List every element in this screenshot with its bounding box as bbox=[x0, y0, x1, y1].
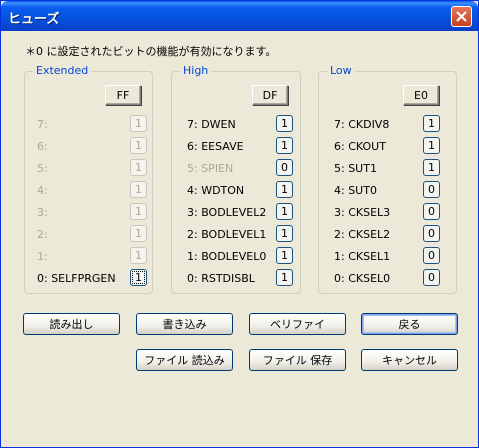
high-bit-1: 1: BODLEVEL0 1 bbox=[187, 247, 299, 269]
file-load-button[interactable]: ファイル 読込み bbox=[136, 349, 233, 371]
cancel-button[interactable]: キャンセル bbox=[361, 349, 458, 371]
low-hex-value[interactable]: E0 bbox=[403, 85, 439, 105]
bit-toggle[interactable]: 0 bbox=[423, 181, 440, 198]
bit-toggle[interactable]: 1 bbox=[276, 269, 293, 286]
high-bit-0: 0: RSTDISBL 1 bbox=[187, 269, 299, 291]
bit-toggle: 0 bbox=[276, 159, 293, 176]
low-bit-2: 2: CKSEL2 0 bbox=[334, 225, 452, 247]
bit-toggle[interactable]: 0 bbox=[423, 247, 440, 264]
bit-toggle: 1 bbox=[130, 137, 147, 154]
extended-bit-2: 2: 1 bbox=[37, 225, 149, 247]
bit-label: 4: WDTON bbox=[187, 184, 245, 197]
file-save-button[interactable]: ファイル 保存 bbox=[249, 349, 346, 371]
bit-label: 7: DWEN bbox=[187, 118, 236, 131]
bit-toggle[interactable]: 1 bbox=[423, 137, 440, 154]
bit-label: 6: CKOUT bbox=[334, 140, 386, 153]
bit-toggle: 1 bbox=[130, 181, 147, 198]
high-bit-4: 4: WDTON 1 bbox=[187, 181, 299, 203]
bit-toggle[interactable]: 0 bbox=[423, 225, 440, 242]
info-note: ＊0 に設定されたビットの機能が有効になります。 bbox=[25, 45, 277, 58]
low-group-title: Low bbox=[327, 64, 355, 77]
bit-label: 2: CKSEL2 bbox=[334, 228, 391, 241]
window-title: ヒューズ bbox=[8, 12, 60, 27]
high-bit-5: 5: SPIEN 0 bbox=[187, 159, 299, 181]
bit-label: 4: bbox=[37, 184, 48, 197]
bit-label: 3: BODLEVEL2 bbox=[187, 206, 267, 219]
close-button[interactable] bbox=[451, 6, 472, 27]
bit-label: 1: CKSEL1 bbox=[334, 250, 391, 263]
bit-label: 3: CKSEL3 bbox=[334, 206, 391, 219]
bit-toggle[interactable]: 1 bbox=[276, 203, 293, 220]
extended-bit-5: 5: 1 bbox=[37, 159, 149, 181]
title-bar[interactable]: ヒューズ bbox=[1, 1, 478, 31]
bit-toggle[interactable]: 1 bbox=[130, 269, 147, 286]
extended-hex-value[interactable]: FF bbox=[105, 85, 141, 105]
dialog-body: ＊0 に設定されたビットの機能が有効になります。 Extended FF 7: … bbox=[4, 31, 475, 444]
bit-toggle: 1 bbox=[130, 203, 147, 220]
low-bit-4: 4: SUT0 0 bbox=[334, 181, 452, 203]
extended-bit-3: 3: 1 bbox=[37, 203, 149, 225]
bit-label: 5: SUT1 bbox=[334, 162, 377, 175]
extended-bit-4: 4: 1 bbox=[37, 181, 149, 203]
high-hex-value[interactable]: DF bbox=[252, 85, 288, 105]
read-button[interactable]: 読み出し bbox=[23, 313, 120, 335]
bit-toggle[interactable]: 0 bbox=[423, 269, 440, 286]
high-bit-2: 2: BODLEVEL1 1 bbox=[187, 225, 299, 247]
extended-group-title: Extended bbox=[33, 64, 92, 77]
bit-label: 2: bbox=[37, 228, 48, 241]
bit-toggle: 1 bbox=[130, 115, 147, 132]
close-icon bbox=[456, 11, 467, 22]
extended-bit-1: 1: 1 bbox=[37, 247, 149, 269]
high-bit-3: 3: BODLEVEL2 1 bbox=[187, 203, 299, 225]
bit-toggle[interactable]: 0 bbox=[423, 203, 440, 220]
bit-label: 6: EESAVE bbox=[187, 140, 244, 153]
extended-bit-6: 6: 1 bbox=[37, 137, 149, 159]
low-bit-7: 7: CKDIV8 1 bbox=[334, 115, 452, 137]
high-bit-7: 7: DWEN 1 bbox=[187, 115, 299, 137]
bit-toggle[interactable]: 1 bbox=[423, 159, 440, 176]
extended-bit-0: 0: SELFPRGEN 1 bbox=[37, 269, 149, 291]
low-bit-3: 3: CKSEL3 0 bbox=[334, 203, 452, 225]
low-bit-0: 0: CKSEL0 0 bbox=[334, 269, 452, 291]
bit-label: 5: SPIEN bbox=[187, 162, 234, 175]
low-fuse-group: Low E0 7: CKDIV8 1 6: CKOUT 1 5: SUT1 1 … bbox=[318, 64, 457, 294]
bit-label: 0: SELFPRGEN bbox=[37, 272, 116, 285]
bit-label: 7: bbox=[37, 118, 48, 131]
bit-label: 3: bbox=[37, 206, 48, 219]
back-button[interactable]: 戻る bbox=[361, 313, 458, 335]
low-bit-5: 5: SUT1 1 bbox=[334, 159, 452, 181]
bit-label: 7: CKDIV8 bbox=[334, 118, 390, 131]
verify-button[interactable]: ベリファイ bbox=[249, 313, 346, 335]
bit-toggle[interactable]: 1 bbox=[423, 115, 440, 132]
bit-label: 1: BODLEVEL0 bbox=[187, 250, 267, 263]
bit-label: 0: RSTDISBL bbox=[187, 272, 255, 285]
extended-bit-7: 7: 1 bbox=[37, 115, 149, 137]
bit-label: 4: SUT0 bbox=[334, 184, 377, 197]
bit-toggle: 1 bbox=[130, 159, 147, 176]
write-button[interactable]: 書き込み bbox=[136, 313, 233, 335]
bit-label: 6: bbox=[37, 140, 48, 153]
bit-toggle[interactable]: 1 bbox=[276, 115, 293, 132]
extended-fuse-group: Extended FF 7: 1 6: 1 5: 1 4: 1 3: 1 2: … bbox=[24, 64, 153, 294]
low-bit-1: 1: CKSEL1 0 bbox=[334, 247, 452, 269]
bit-label: 5: bbox=[37, 162, 48, 175]
bit-toggle: 1 bbox=[130, 247, 147, 264]
low-bit-6: 6: CKOUT 1 bbox=[334, 137, 452, 159]
bit-toggle[interactable]: 1 bbox=[276, 137, 293, 154]
high-bit-6: 6: EESAVE 1 bbox=[187, 137, 299, 159]
bit-label: 1: bbox=[37, 250, 48, 263]
bit-toggle[interactable]: 1 bbox=[276, 181, 293, 198]
bit-toggle[interactable]: 1 bbox=[276, 225, 293, 242]
bit-toggle: 1 bbox=[130, 225, 147, 242]
high-fuse-group: High DF 7: DWEN 1 6: EESAVE 1 5: SPIEN 0… bbox=[171, 64, 301, 294]
bit-label: 2: BODLEVEL1 bbox=[187, 228, 267, 241]
high-group-title: High bbox=[180, 64, 212, 77]
bit-label: 0: CKSEL0 bbox=[334, 272, 391, 285]
fuse-dialog: ヒューズ ＊0 に設定されたビットの機能が有効になります。 Extended F… bbox=[0, 0, 479, 448]
bit-toggle[interactable]: 1 bbox=[276, 247, 293, 264]
